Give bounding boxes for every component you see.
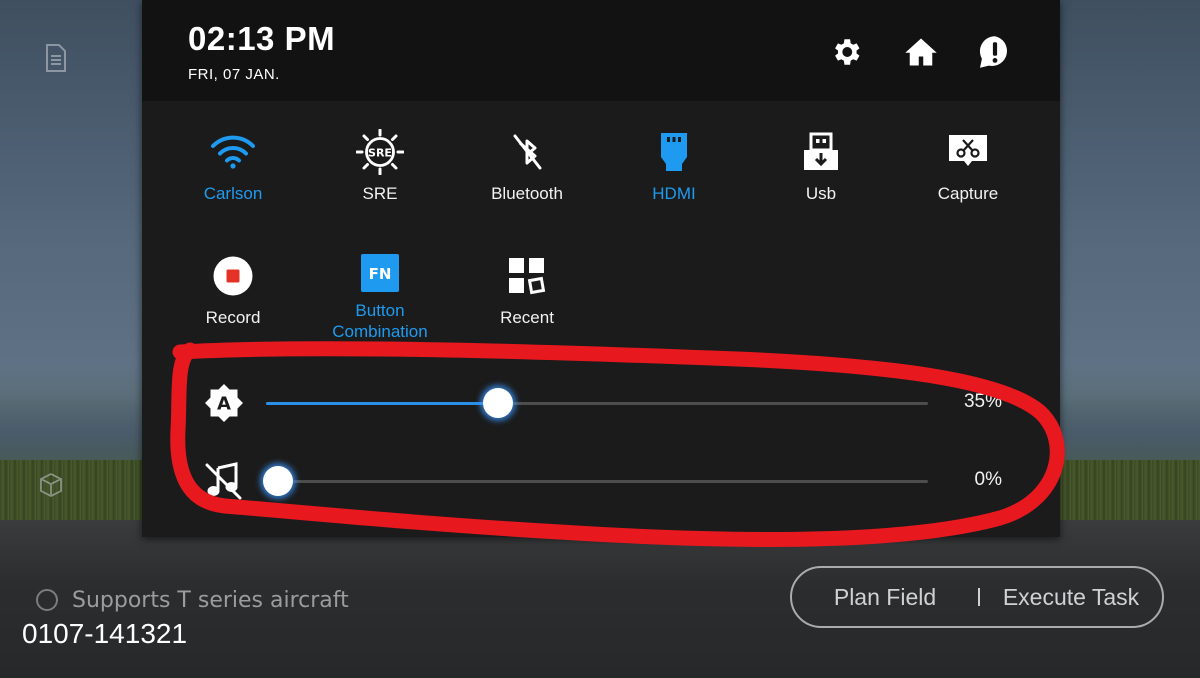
execute-task-button[interactable]: Execute Task xyxy=(980,584,1162,611)
task-mode-switch[interactable]: Plan Field Execute Task xyxy=(790,566,1164,628)
tile-capture[interactable]: Capture xyxy=(908,128,1028,218)
tile-label: Capture xyxy=(937,184,999,203)
tile-record[interactable]: Record xyxy=(173,252,293,342)
brightness-slider-row: A 35% xyxy=(202,381,1002,425)
plan-field-button[interactable]: Plan Field xyxy=(792,584,978,611)
gear-icon xyxy=(835,39,860,65)
tile-label: Usb xyxy=(805,184,837,203)
music-muted-icon xyxy=(202,462,246,500)
tile-label: SRE xyxy=(362,184,398,203)
alert-icon xyxy=(979,36,1008,68)
bluetooth-off-icon xyxy=(503,128,551,176)
document-icon[interactable] xyxy=(44,44,68,76)
brightness-slider[interactable] xyxy=(266,388,928,418)
tile-usb[interactable]: Usb xyxy=(761,128,881,218)
tile-recent[interactable]: Recent xyxy=(467,252,587,342)
tile-label: Bluetooth xyxy=(491,184,563,203)
svg-text:FN: FN xyxy=(369,265,392,283)
brightness-thumb[interactable] xyxy=(482,388,513,418)
panel-header: 02:13 PM FRI, 07 JAN. xyxy=(142,0,1060,101)
clock: 02:13 PM xyxy=(188,20,336,57)
watermark-text: 0107-141321 xyxy=(22,618,188,649)
tile-button-combination[interactable]: FN Button Combination xyxy=(320,252,440,342)
tile-hdmi[interactable]: HDMI xyxy=(614,128,734,218)
sre-icon: SRE xyxy=(356,128,404,176)
fn-icon: FN xyxy=(356,252,404,293)
tile-wifi[interactable]: Carlson xyxy=(173,128,293,218)
tile-bluetooth[interactable]: Bluetooth xyxy=(467,128,587,218)
svg-text:SRE: SRE xyxy=(368,147,392,160)
hdmi-icon xyxy=(650,128,698,176)
support-text: Supports T series aircraft xyxy=(72,587,349,613)
auto-brightness-icon: A xyxy=(202,384,246,422)
volume-value: 0% xyxy=(974,469,1002,490)
tile-label: Record xyxy=(205,308,261,327)
brightness-value: 35% xyxy=(963,391,1002,412)
alert-button[interactable] xyxy=(977,34,1013,70)
cube-icon[interactable] xyxy=(38,472,64,502)
wifi-icon xyxy=(209,128,257,176)
tile-label: Button Combination xyxy=(332,301,428,341)
home-icon xyxy=(905,38,937,66)
brightness-fill xyxy=(266,402,498,405)
svg-text:A: A xyxy=(217,394,231,415)
settings-button[interactable] xyxy=(828,34,864,70)
date: FRI, 07 JAN. xyxy=(188,66,280,83)
support-radio[interactable] xyxy=(36,589,58,611)
volume-thumb[interactable] xyxy=(263,466,293,496)
volume-slider[interactable] xyxy=(263,466,928,496)
tile-label: Recent xyxy=(500,308,554,327)
quick-settings-panel: 02:13 PM FRI, 07 JAN. Carlson SRE SRE Bl… xyxy=(142,0,1060,537)
tile-sre[interactable]: SRE SRE xyxy=(320,128,440,218)
usb-icon xyxy=(797,128,845,176)
home-button[interactable] xyxy=(903,34,939,70)
recent-apps-icon xyxy=(503,252,551,300)
tile-label: Carlson xyxy=(203,184,263,203)
support-row[interactable]: Supports T series aircraft xyxy=(36,586,349,614)
volume-slider-row: 0% xyxy=(202,459,1002,503)
tile-label: HDMI xyxy=(652,184,696,203)
record-icon xyxy=(209,252,257,300)
capture-icon xyxy=(944,128,992,176)
